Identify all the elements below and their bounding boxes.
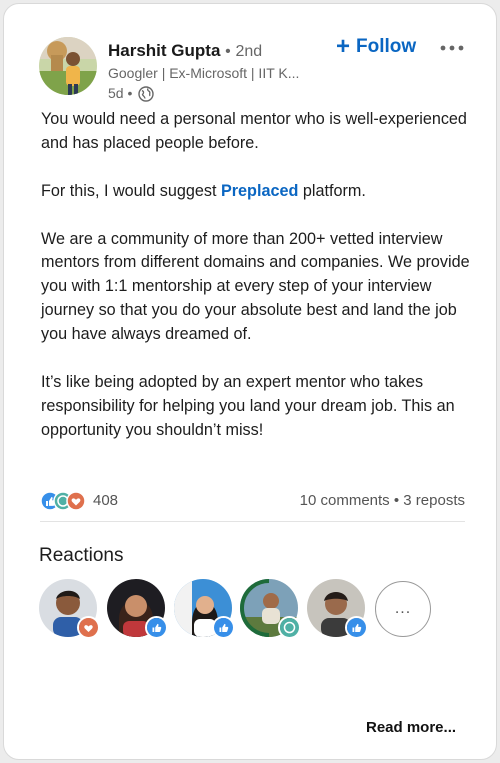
comments-count[interactable]: 10 comments <box>300 492 390 509</box>
connection-degree: 2nd <box>235 43 263 60</box>
reaction-icons[interactable] <box>40 491 90 511</box>
reactor-avatar[interactable] <box>240 579 301 639</box>
preplaced-link[interactable]: Preplaced <box>221 182 298 200</box>
social-counts: 408 10 comments • 3 reposts <box>40 489 465 513</box>
author-info: Harshit Gupta • 2nd Googler | Ex-Microso… <box>108 40 338 103</box>
globe-icon <box>138 85 155 102</box>
post-paragraph-3: We are a community of more than 200+ vet… <box>41 229 470 344</box>
post-body: You would need a personal mentor who is … <box>41 108 481 467</box>
more-options-icon[interactable] <box>438 38 468 58</box>
reactor-avatar[interactable] <box>307 579 368 639</box>
read-more-link[interactable]: Read more... <box>366 719 456 736</box>
post-card: Harshit Gupta • 2nd Googler | Ex-Microso… <box>3 3 497 760</box>
plus-icon: + <box>336 33 351 60</box>
reactor-avatar[interactable] <box>174 579 235 639</box>
author-headline: Googler | Ex-Microsoft | IIT K... <box>108 65 300 81</box>
love-reaction-icon <box>77 616 100 639</box>
post-paragraph-1: You would need a personal mentor who is … <box>41 110 467 152</box>
degree-separator: • <box>225 43 231 60</box>
like-reaction-icon <box>145 616 168 639</box>
post-paragraph-2: For this, I would suggest Preplaced plat… <box>41 180 481 204</box>
more-reactors-button[interactable]: ... <box>375 581 431 637</box>
follow-label: Follow <box>356 36 417 57</box>
reactor-avatar[interactable] <box>107 579 168 639</box>
author-avatar[interactable] <box>39 37 97 95</box>
divider <box>40 521 465 522</box>
post-text: For this, I would suggest <box>41 181 221 200</box>
like-reaction-icon <box>345 616 368 639</box>
like-reaction-icon <box>212 616 235 639</box>
follow-button[interactable]: + Follow <box>336 33 417 60</box>
reactions-heading: Reactions <box>39 545 124 566</box>
post-time: 5d • <box>108 85 133 101</box>
support-reaction-icon <box>278 616 301 639</box>
reactor-avatar[interactable] <box>39 579 100 639</box>
reposts-count[interactable]: 3 reposts <box>403 492 465 509</box>
post-text: platform. <box>298 181 366 200</box>
comments-reposts: 10 comments • 3 reposts <box>300 492 465 509</box>
stats-separator: • <box>393 492 400 509</box>
author-name[interactable]: Harshit Gupta <box>108 41 220 60</box>
reaction-count[interactable]: 408 <box>93 492 118 509</box>
post-paragraph-4: It’s like being adopted by an expert men… <box>41 372 455 439</box>
